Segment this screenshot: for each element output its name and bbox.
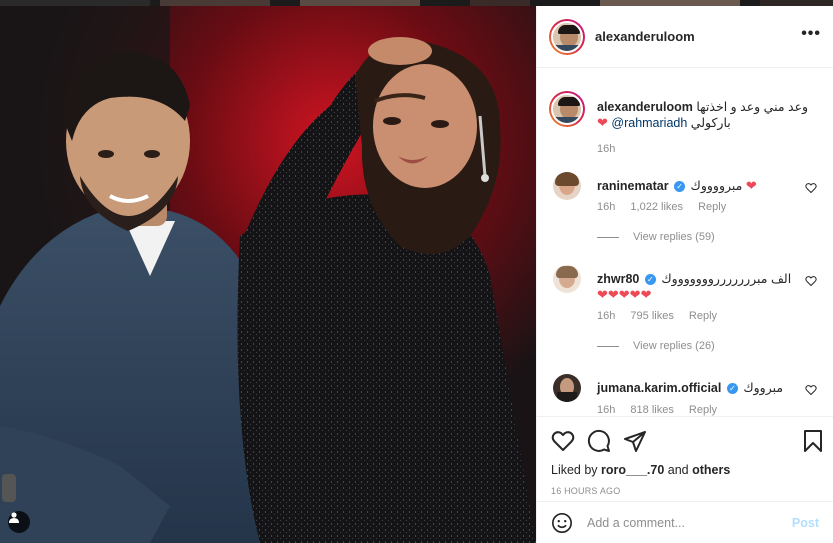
verified-badge-icon: ✓ (674, 181, 686, 193)
verified-badge-icon: ✓ (644, 274, 656, 286)
comment-likes[interactable]: 1,022 likes (630, 201, 683, 213)
reply-button[interactable]: Reply (689, 404, 717, 416)
comment-meta: 16h 795 likes Reply (597, 310, 729, 322)
caption-time: 16h (597, 143, 616, 155)
comment-item: raninematar ✓ مبرووووك ❤ 16h 1,022 likes… (549, 172, 821, 252)
liked-by-user[interactable]: roro___.70 (601, 463, 664, 477)
post-header: alexanderuloom ••• (537, 6, 833, 68)
comment-likes[interactable]: 818 likes (630, 404, 673, 416)
liked-by-others[interactable]: others (692, 463, 730, 477)
commenter-username[interactable]: zhwr80 (597, 272, 639, 286)
reply-button[interactable]: Reply (689, 310, 717, 322)
emoji-icon[interactable] (551, 512, 573, 534)
post-actions: Liked by roro___.70 and others 16 HOURS … (537, 416, 833, 501)
caption-mention[interactable]: @rahmariadh (611, 116, 687, 130)
comment-icon[interactable] (587, 429, 611, 453)
user-icon (9, 512, 19, 523)
paper-plane-icon[interactable] (623, 429, 647, 453)
heart-emoji-icon: ❤❤❤❤❤ (597, 287, 652, 302)
caption-text-after: باركولي (690, 116, 731, 130)
comment-time: 16h (597, 201, 616, 213)
more-options-icon[interactable]: ••• (801, 26, 821, 42)
commenter-username[interactable]: jumana.karim.official (597, 381, 721, 395)
commenter-avatar[interactable] (553, 172, 581, 200)
comment-text: مبرووووك (690, 179, 743, 193)
author-avatar[interactable] (549, 18, 585, 55)
caption-text: وعد مني وعد و اخذتها (696, 100, 809, 114)
comment-time: 16h (597, 404, 616, 416)
view-replies-button[interactable]: View replies (59) (597, 231, 715, 243)
post-comment-button[interactable]: Post (792, 516, 819, 530)
comment-likes[interactable]: 795 likes (630, 310, 673, 322)
post-photo-illustration (0, 6, 536, 543)
add-comment-input[interactable] (587, 515, 777, 530)
comment-text: مبرووك (743, 381, 784, 395)
comment-item: jumana.karim.official ✓ مبرووك 16h 818 l… (549, 374, 821, 416)
bookmark-icon[interactable] (801, 429, 825, 453)
commenter-avatar[interactable] (553, 374, 581, 402)
liked-by-and: and (667, 463, 689, 477)
comment-meta: 16h 1,022 likes Reply (597, 201, 738, 213)
post-timestamp[interactable]: 16 HOURS AGO (551, 486, 620, 496)
heart-icon[interactable] (551, 429, 575, 453)
commenter-avatar[interactable] (553, 265, 581, 293)
heart-emoji-icon: ❤ (745, 178, 757, 193)
comment-item: zhwr80 ✓ الف مبررررررروووووووك ❤❤❤❤❤ 16h… (549, 265, 821, 365)
liked-by-prefix: Liked by (551, 463, 598, 477)
author-username[interactable]: alexanderuloom (595, 29, 695, 44)
view-replies-button[interactable]: View replies (26) (597, 340, 715, 352)
comments-list: alexanderuloom وعد مني وعد و اخذتها ❤ @r… (537, 69, 833, 416)
commenter-username[interactable]: raninematar (597, 179, 669, 193)
like-comment-icon[interactable] (805, 182, 817, 194)
like-comment-icon[interactable] (805, 384, 817, 396)
comment-text: الف مبررررررروووووووك (661, 272, 792, 286)
comment-meta: 16h 818 likes Reply (597, 404, 729, 416)
like-comment-icon[interactable] (805, 275, 817, 287)
reply-button[interactable]: Reply (698, 201, 726, 213)
post-side-panel: alexanderuloom ••• alexanderuloom وعد من… (536, 6, 833, 543)
tagged-users-button[interactable] (8, 511, 30, 533)
verified-badge-icon: ✓ (726, 383, 738, 395)
post-caption: alexanderuloom وعد مني وعد و اخذتها ❤ @r… (549, 91, 821, 161)
heart-emoji-icon: ❤ (597, 115, 608, 130)
comment-time: 16h (597, 310, 616, 322)
add-comment-bar: Post (537, 501, 833, 543)
liked-by-summary: Liked by roro___.70 and others (551, 463, 730, 477)
post-photo[interactable] (0, 6, 536, 543)
caption-username[interactable]: alexanderuloom (597, 100, 693, 114)
caption-author-avatar[interactable] (549, 91, 585, 127)
